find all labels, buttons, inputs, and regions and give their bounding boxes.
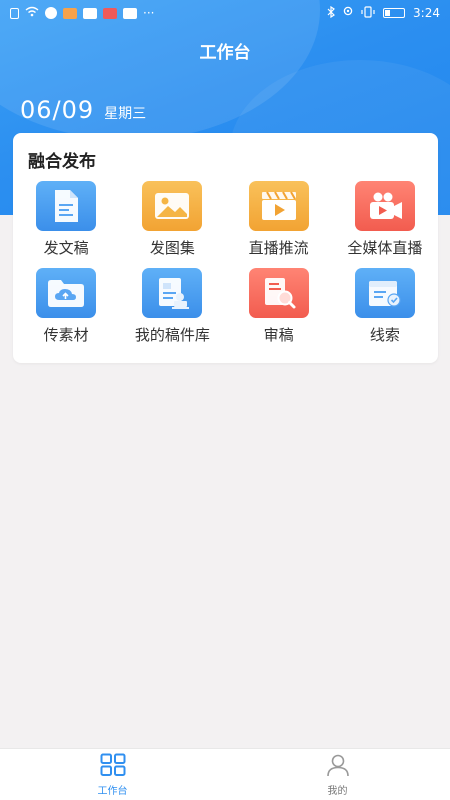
bottom-tab-bar: 工作台 我的: [0, 748, 450, 800]
tile-label: 全媒体直播: [347, 239, 423, 257]
more-notifications: ···: [143, 6, 155, 20]
review-manuscript-button[interactable]: 审稿: [226, 268, 332, 345]
document-icon: [36, 181, 97, 231]
page-title: 工作台: [199, 43, 251, 63]
clapperboard-icon: [248, 181, 309, 231]
clues-button[interactable]: 线索: [332, 268, 438, 345]
wifi-icon: [25, 6, 39, 20]
all-media-live-button[interactable]: 全媒体直播: [332, 181, 438, 258]
tile-label: 我的稿件库: [134, 326, 210, 344]
tile-label: 直播推流: [248, 239, 309, 257]
tile-label: 发图集: [149, 239, 195, 257]
date-display: 06/09 星期三: [20, 96, 146, 124]
grid-icon: [100, 753, 126, 780]
tile-label: 发文稿: [43, 239, 89, 257]
app-icon: [103, 7, 117, 19]
clue-icon: [354, 268, 415, 318]
status-bar: ··· 3:24: [0, 0, 450, 26]
manuscript-library-icon: [142, 268, 203, 318]
location-icon: [343, 6, 353, 21]
date-weekday: 星期三: [104, 106, 147, 122]
user-icon: [325, 753, 351, 780]
date-day: 06/09: [20, 96, 95, 124]
publish-gallery-button[interactable]: 发图集: [119, 181, 225, 258]
my-manuscript-library-button[interactable]: 我的稿件库: [119, 268, 225, 345]
tab-mine[interactable]: 我的: [225, 749, 450, 800]
publish-card: 融合发布 发文稿 发图集 直播推流 全媒体直播 传素材 我的稿件库 审稿 线索: [13, 133, 438, 363]
tile-label: 线索: [369, 326, 400, 344]
tab-label: 我的: [327, 785, 348, 797]
vibrate-icon: [361, 5, 375, 21]
image-icon: [142, 181, 203, 231]
app-icon: [63, 7, 77, 19]
tile-label: 传素材: [43, 326, 89, 344]
tab-label: 工作台: [97, 785, 128, 797]
sim-icon: [10, 7, 19, 19]
tile-label: 审稿: [263, 326, 294, 344]
publish-article-button[interactable]: 发文稿: [13, 181, 119, 258]
feature-grid: 发文稿 发图集 直播推流 全媒体直播 传素材 我的稿件库 审稿 线索: [13, 181, 438, 345]
video-camera-icon: [354, 181, 415, 231]
section-title: 融合发布: [28, 152, 96, 172]
app-icon: [83, 7, 97, 19]
cloud-upload-folder-icon: [36, 268, 97, 318]
tab-workbench[interactable]: 工作台: [0, 749, 225, 800]
app-icon: [123, 7, 137, 19]
app-icon: [45, 7, 57, 19]
battery-icon: [383, 8, 406, 18]
live-stream-push-button[interactable]: 直播推流: [226, 181, 332, 258]
upload-material-button[interactable]: 传素材: [13, 268, 119, 345]
bluetooth-icon: [327, 5, 335, 21]
review-icon: [248, 268, 309, 318]
status-time: 3:24: [413, 6, 440, 20]
